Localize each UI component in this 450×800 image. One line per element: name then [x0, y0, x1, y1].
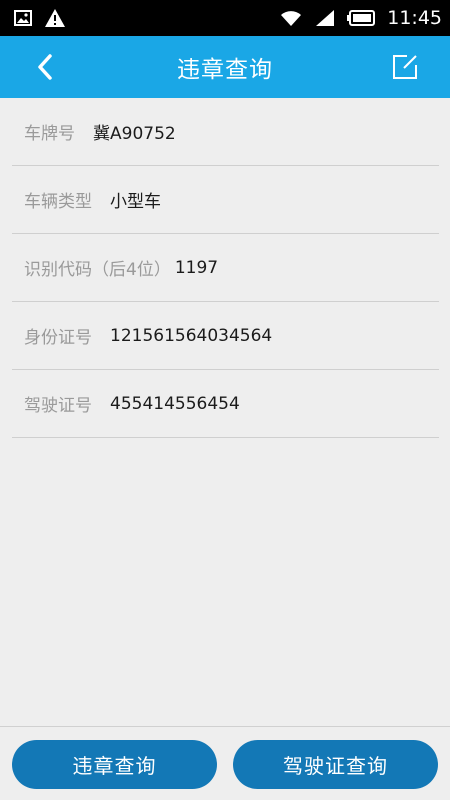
license-number-label: 驾驶证号 [24, 396, 92, 416]
status-left [14, 8, 66, 28]
query-info-form: 车牌号 冀A90752 车辆类型 小型车 识别代码（后4位） 1197 身份证号… [12, 98, 439, 438]
wifi-icon [279, 9, 303, 27]
plate-number-row: 车牌号 冀A90752 [12, 98, 439, 166]
image-icon [14, 10, 32, 26]
id-number-value[interactable]: 121561564034564 [110, 326, 272, 346]
status-time: 11:45 [387, 7, 442, 29]
plate-number-value[interactable]: 冀A90752 [93, 119, 176, 144]
id-number-label: 身份证号 [24, 328, 92, 348]
vin-code-label: 识别代码（后4位） [24, 260, 171, 280]
back-button[interactable] [26, 48, 64, 86]
vehicle-type-value[interactable]: 小型车 [110, 187, 161, 212]
signal-icon [315, 9, 335, 27]
vin-code-value[interactable]: 1197 [175, 258, 218, 278]
status-bar: 11:45 [0, 0, 450, 36]
edit-icon [393, 55, 417, 79]
vehicle-type-row: 车辆类型 小型车 [12, 166, 439, 234]
id-number-row: 身份证号 121561564034564 [12, 302, 439, 370]
warning-icon [44, 8, 66, 28]
license-query-button[interactable]: 驾驶证查询 [233, 740, 438, 789]
status-right: 11:45 [279, 7, 442, 29]
page-title: 违章查询 [177, 57, 273, 83]
bottom-bar: 违章查询 驾驶证查询 [0, 726, 450, 800]
vehicle-type-label: 车辆类型 [24, 192, 92, 212]
plate-number-label: 车牌号 [24, 124, 75, 144]
license-number-value[interactable]: 455414556454 [110, 394, 240, 414]
battery-icon [347, 10, 376, 26]
title-bar: 违章查询 [0, 36, 450, 98]
license-number-row: 驾驶证号 455414556454 [12, 370, 439, 438]
vin-code-row: 识别代码（后4位） 1197 [12, 234, 439, 302]
edit-button[interactable] [386, 48, 424, 86]
chevron-left-icon [38, 54, 52, 80]
violation-query-button[interactable]: 违章查询 [12, 740, 217, 789]
